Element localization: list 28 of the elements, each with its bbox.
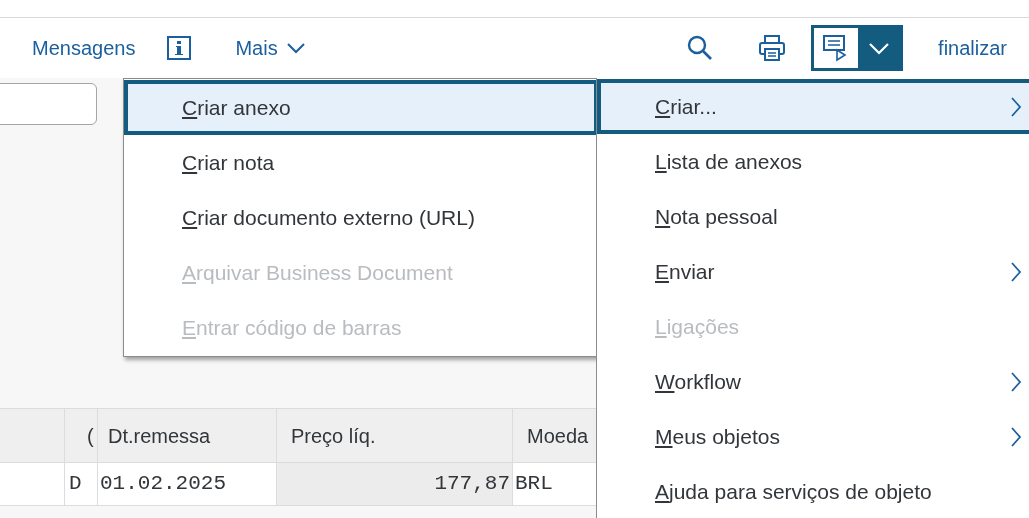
services-button[interactable] — [811, 25, 904, 71]
info-icon[interactable] — [167, 36, 192, 60]
table-cell: D — [65, 463, 98, 505]
chevron-icon — [1010, 95, 1022, 118]
column-header: Dt.remessa — [98, 409, 277, 462]
menu-item[interactable]: Criar documento externo (URL) — [124, 190, 598, 245]
chevron-icon — [1010, 370, 1022, 393]
chevron-icon — [1010, 425, 1022, 448]
finish-button[interactable]: finalizar — [938, 33, 1007, 63]
input-field[interactable] — [0, 83, 97, 125]
menu-item[interactable]: Workflow — [597, 354, 1029, 409]
menu-item[interactable]: Enviar — [597, 244, 1029, 299]
chevron-icon — [1010, 260, 1022, 283]
menu-item[interactable]: Criar anexo — [124, 80, 598, 135]
menu-item[interactable]: Nota pessoal — [597, 189, 1029, 244]
search-icon[interactable] — [687, 35, 714, 61]
menu-item[interactable]: Lista de anexos — [597, 134, 1029, 189]
column-header: ( — [65, 409, 98, 462]
menu-item[interactable]: Criar nota — [124, 135, 598, 190]
menu-item[interactable]: Criar... — [597, 79, 1029, 134]
caret-icon — [868, 41, 891, 55]
more-button[interactable]: Mais — [235, 33, 306, 63]
table-cell: 177,87 — [277, 463, 513, 505]
print-icon[interactable] — [758, 34, 787, 62]
note-icon — [814, 28, 859, 68]
column-header: Preço líq. — [277, 409, 513, 462]
messages-link[interactable]: Mensagens — [32, 33, 136, 63]
caret-icon — [285, 42, 306, 54]
